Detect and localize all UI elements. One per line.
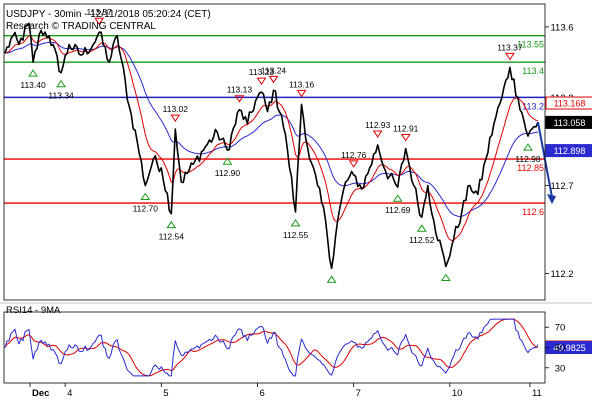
rsi-box-ma_slow: 49.9825 xyxy=(545,341,592,355)
price-y-tick-label: 112.7 xyxy=(550,181,573,192)
price-box-price: 113.058 xyxy=(545,115,592,129)
x-tick-label: 6 xyxy=(259,388,264,399)
level-label: 112.6 xyxy=(522,207,544,217)
high-label: 113.02 xyxy=(163,104,189,114)
high-label: 113.37 xyxy=(497,42,523,52)
rsi-y-tick-label: 50 xyxy=(555,343,566,354)
high-label: 112.93 xyxy=(365,120,391,130)
level-label: 112.85 xyxy=(517,163,544,173)
high-label: 113.13 xyxy=(227,85,253,95)
high-label: 112.91 xyxy=(393,123,419,133)
x-tick-label: 5 xyxy=(163,388,168,399)
rsi-y-tick-label: 70 xyxy=(555,323,566,334)
price-box-ma_fast-text: 113.168 xyxy=(554,99,586,109)
low-label: 112.90 xyxy=(215,168,241,178)
x-tick-label: 7 xyxy=(356,388,361,399)
rsi-y-tick-label: 30 xyxy=(555,363,566,374)
low-label: 113.34 xyxy=(48,91,74,101)
x-tick-label: 11 xyxy=(532,388,542,399)
high-label: 112.76 xyxy=(341,150,367,160)
high-label: 113.24 xyxy=(261,65,287,75)
price-y-tick-label: 113.6 xyxy=(550,22,573,33)
price-chart-svg: 113.55113.4113.2112.85112.6 113.40113.34… xyxy=(0,0,592,402)
price-box-ma_slow: 112.898 xyxy=(545,144,592,158)
low-label: 112.54 xyxy=(159,232,185,242)
low-label: 113.40 xyxy=(20,80,46,90)
x-tick-label: 4 xyxy=(67,388,72,399)
x-tick-label: Dec xyxy=(32,388,49,399)
chart-title: USDJPY - 30min - 12/11/2018 05:20:24 (CE… xyxy=(6,9,211,20)
level-label: 113.2 xyxy=(522,101,544,111)
chart-source: Research © TRADING CENTRAL xyxy=(6,21,156,32)
x-tick-label: 10 xyxy=(452,388,463,399)
low-label: 112.55 xyxy=(283,230,309,240)
level-label: 113.4 xyxy=(522,66,544,76)
price-box-price-text: 113.058 xyxy=(554,118,586,128)
low-label: 112.52 xyxy=(409,235,435,245)
price-box-ma_slow-text: 112.898 xyxy=(554,146,586,156)
rsi-panel-title: RSI14 - 9MA xyxy=(6,305,61,316)
low-label: 112.69 xyxy=(385,205,411,215)
high-label: 113.16 xyxy=(289,79,315,89)
price-y-tick-label: 112.2 xyxy=(550,269,573,280)
price-box-ma_fast: 113.168 xyxy=(545,96,592,110)
chart-canvas: 113.55 113.4 113.2 112.85 112.6 113.40 113.34… xyxy=(0,0,592,402)
low-label: 112.70 xyxy=(133,203,159,213)
low-label: 112.98 xyxy=(515,154,541,164)
